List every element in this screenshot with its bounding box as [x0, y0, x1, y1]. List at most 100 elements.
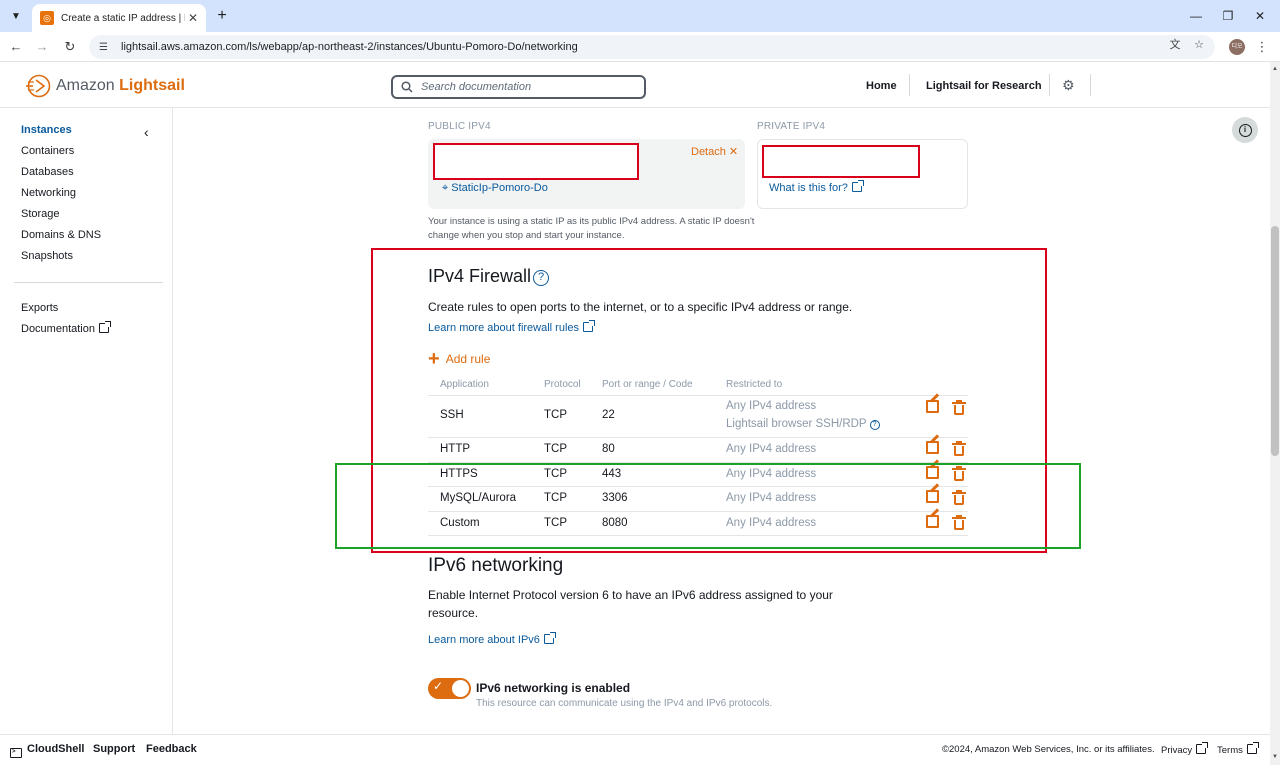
rule-port: 22: [602, 409, 615, 421]
ipv6-toggle[interactable]: ✓: [428, 678, 471, 699]
browser-tab-bar: ▼ ◎ Create a static IP address | Lig ✕ +…: [0, 0, 1280, 32]
edit-icon: [926, 441, 939, 454]
column-header: Application: [440, 379, 489, 390]
window-close-icon[interactable]: ✕: [1250, 6, 1270, 26]
home-link[interactable]: Home: [866, 80, 897, 92]
rule-port: 443: [602, 468, 622, 480]
lightsail-logo[interactable]: Amazon Lightsail: [24, 73, 185, 99]
new-tab-icon[interactable]: +: [212, 6, 232, 26]
sidebar-item-exports[interactable]: Exports: [21, 302, 58, 314]
rule-application: Custom: [440, 517, 480, 529]
delete-rule-button[interactable]: [952, 466, 968, 482]
page-scrollbar[interactable]: ▲ ▼: [1270, 62, 1280, 765]
help-icon[interactable]: ?: [869, 420, 880, 430]
info-panel-button[interactable]: i: [1232, 117, 1258, 143]
rule-port: 80: [602, 443, 615, 455]
sidebar-item-databases[interactable]: Databases: [21, 166, 74, 178]
rule-protocol: TCP: [544, 443, 567, 455]
sidebar-collapse-chevron-icon[interactable]: ‹: [144, 124, 149, 140]
restore-icon[interactable]: ❐: [1218, 6, 1238, 26]
sidebar-item-storage[interactable]: Storage: [21, 208, 60, 220]
rule-restricted: Any IPv4 address: [726, 517, 817, 529]
edit-rule-button[interactable]: [926, 466, 942, 482]
header-divider: [1090, 74, 1091, 96]
lightsail-for-research-link[interactable]: Lightsail for Research: [926, 80, 1042, 92]
tab-search-chevron-icon[interactable]: ▼: [6, 6, 26, 26]
learn-ipv6-link[interactable]: Learn more about IPv6: [428, 632, 556, 646]
delete-rule-button[interactable]: [952, 515, 968, 531]
scroll-thumb[interactable]: [1271, 226, 1279, 456]
sidebar-divider: [14, 282, 163, 283]
scroll-down-icon[interactable]: ▼: [1270, 752, 1280, 762]
search-documentation-input[interactable]: Search documentation: [391, 75, 646, 99]
trash-icon: [952, 490, 966, 505]
bookmark-star-icon[interactable]: ☆: [1191, 37, 1207, 53]
terminal-icon: >: [10, 748, 22, 758]
rule-restricted: Any IPv4 address: [726, 468, 817, 480]
back-arrow-icon[interactable]: ←: [6, 37, 26, 57]
table-row: HTTP TCP 80 Any IPv4 address: [428, 438, 968, 463]
edit-rule-button[interactable]: [926, 441, 942, 457]
sidebar-item-snapshots[interactable]: Snapshots: [21, 250, 73, 262]
minimize-icon[interactable]: —: [1186, 6, 1206, 26]
reload-icon[interactable]: ↻: [60, 37, 80, 57]
add-rule-button[interactable]: + Add rule: [428, 348, 490, 370]
edit-rule-button[interactable]: [926, 490, 942, 506]
sidebar-item-domains-dns[interactable]: Domains & DNS: [21, 229, 101, 241]
static-ip-note: Your instance is using a static IP as it…: [428, 216, 755, 241]
external-link-icon: [543, 632, 556, 644]
more-menu-icon[interactable]: ⋮: [1254, 37, 1270, 57]
browser-tab[interactable]: ◎ Create a static IP address | Lig ✕: [32, 4, 206, 32]
redacted-private-ip: [762, 145, 920, 178]
plus-icon: +: [428, 348, 440, 370]
tab-close-icon[interactable]: ✕: [188, 11, 198, 25]
search-icon: [401, 81, 413, 93]
ipv4-firewall-title: IPv4 Firewall?: [428, 266, 550, 287]
support-link[interactable]: Support: [93, 743, 135, 755]
edit-rule-button[interactable]: [926, 515, 942, 531]
sidebar-item-networking[interactable]: Networking: [21, 187, 76, 199]
profile-avatar[interactable]: 디오: [1229, 39, 1245, 55]
sidebar-item-instances[interactable]: Instances: [21, 124, 72, 136]
sidebar-item-documentation[interactable]: Documentation: [21, 321, 111, 335]
feedback-link[interactable]: Feedback: [146, 743, 197, 755]
privacy-link[interactable]: Privacy: [1161, 742, 1209, 756]
what-is-this-link[interactable]: What is this for?: [769, 180, 864, 194]
rule-restricted-extra: Lightsail browser SSH/RDP?: [726, 418, 880, 430]
rule-restricted: Any IPv4 address: [726, 443, 817, 455]
info-icon: i: [1238, 123, 1252, 137]
main-content: PUBLIC IPV4 PRIVATE IPV4 Detach ✕ ⌖ Stat…: [174, 108, 1270, 734]
table-row: MySQL/Aurora TCP 3306 Any IPv4 address: [428, 487, 968, 512]
site-info-icon[interactable]: ☰: [99, 42, 113, 53]
delete-rule-button[interactable]: [952, 441, 968, 457]
external-link-icon: [851, 180, 864, 192]
table-row: Custom TCP 8080 Any IPv4 address: [428, 512, 968, 536]
delete-rule-button[interactable]: [952, 400, 968, 416]
edit-icon: [926, 466, 939, 479]
static-ip-link[interactable]: ⌖ StaticIp-Pomoro-Do: [442, 182, 548, 195]
terms-link[interactable]: Terms: [1217, 742, 1259, 756]
translate-icon[interactable]: 文: [1167, 37, 1183, 53]
rule-application: SSH: [440, 409, 464, 421]
redacted-public-ip: [433, 143, 639, 180]
address-bar[interactable]: ☰ lightsail.aws.amazon.com/ls/webapp/ap-…: [89, 35, 1215, 59]
settings-gear-icon[interactable]: ⚙: [1062, 78, 1076, 92]
edit-rule-button[interactable]: [926, 400, 942, 416]
delete-rule-button[interactable]: [952, 490, 968, 506]
forward-arrow-icon[interactable]: →: [32, 37, 52, 57]
rule-protocol: TCP: [544, 517, 567, 529]
check-icon: ✓: [433, 679, 444, 693]
table-header: Application Protocol Port or range / Cod…: [428, 374, 968, 396]
detach-button[interactable]: Detach ✕: [691, 145, 738, 158]
help-icon[interactable]: ?: [533, 270, 550, 286]
edit-icon: [926, 490, 939, 503]
rule-protocol: TCP: [544, 492, 567, 504]
scroll-up-icon[interactable]: ▲: [1270, 64, 1280, 74]
pin-icon: ⌖: [442, 182, 449, 194]
public-ipv4-label: PUBLIC IPV4: [428, 121, 491, 132]
column-header: Restricted to: [726, 379, 783, 390]
sidebar-item-containers[interactable]: Containers: [21, 145, 74, 157]
cloudshell-button[interactable]: > CloudShell: [10, 743, 84, 758]
learn-firewall-rules-link[interactable]: Learn more about firewall rules: [428, 320, 596, 334]
rule-restricted: Any IPv4 address: [726, 492, 817, 504]
